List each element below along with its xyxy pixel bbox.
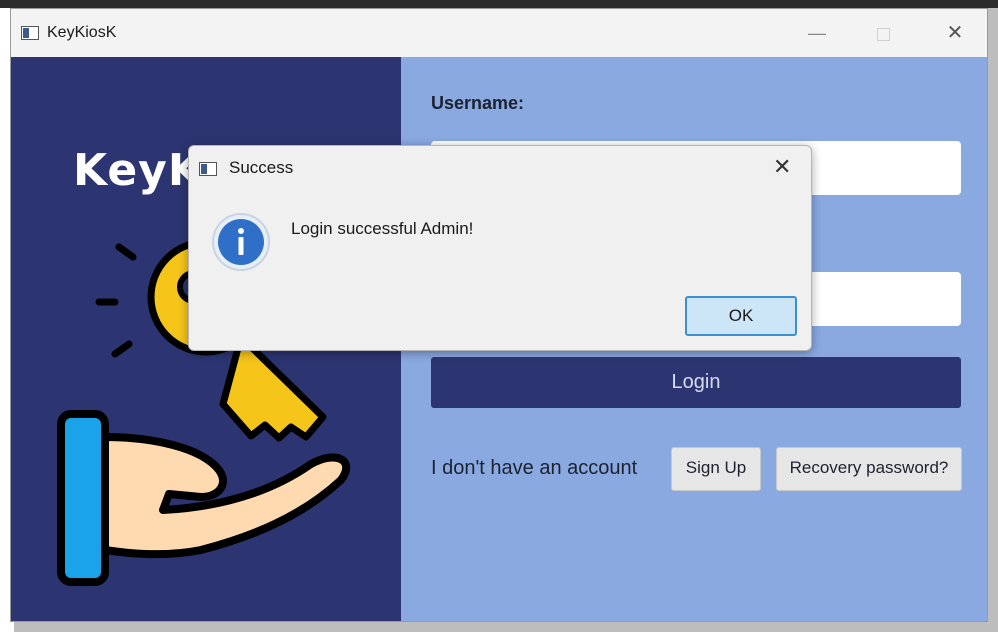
app-icon xyxy=(21,26,39,40)
window-title: KeyKiosK xyxy=(47,24,117,41)
minimize-button[interactable]: — xyxy=(797,19,837,47)
title-bar[interactable]: KeyKiosK — ✕ xyxy=(11,9,987,57)
maximize-button[interactable] xyxy=(863,19,903,47)
dialog-app-icon xyxy=(199,162,217,176)
login-button[interactable]: Login xyxy=(431,357,961,408)
no-account-text: I don't have an account xyxy=(431,457,638,479)
close-button[interactable]: ✕ xyxy=(935,19,975,47)
sign-up-button[interactable]: Sign Up xyxy=(671,447,761,491)
window-shadow-right xyxy=(988,8,998,624)
username-label: Username: xyxy=(431,93,525,113)
recovery-password-button[interactable]: Recovery password? xyxy=(776,447,962,491)
success-dialog: Success ✕ Login successful Admin! OK xyxy=(188,145,812,351)
dialog-message: Login successful Admin! xyxy=(291,219,474,238)
dialog-title: Success xyxy=(229,158,294,177)
maximize-icon xyxy=(876,27,890,41)
window-shadow-bottom xyxy=(14,622,998,632)
background-window-strip xyxy=(0,0,998,8)
dialog-close-button[interactable]: ✕ xyxy=(773,154,791,180)
info-icon xyxy=(212,213,270,271)
ok-button[interactable]: OK xyxy=(685,296,797,336)
